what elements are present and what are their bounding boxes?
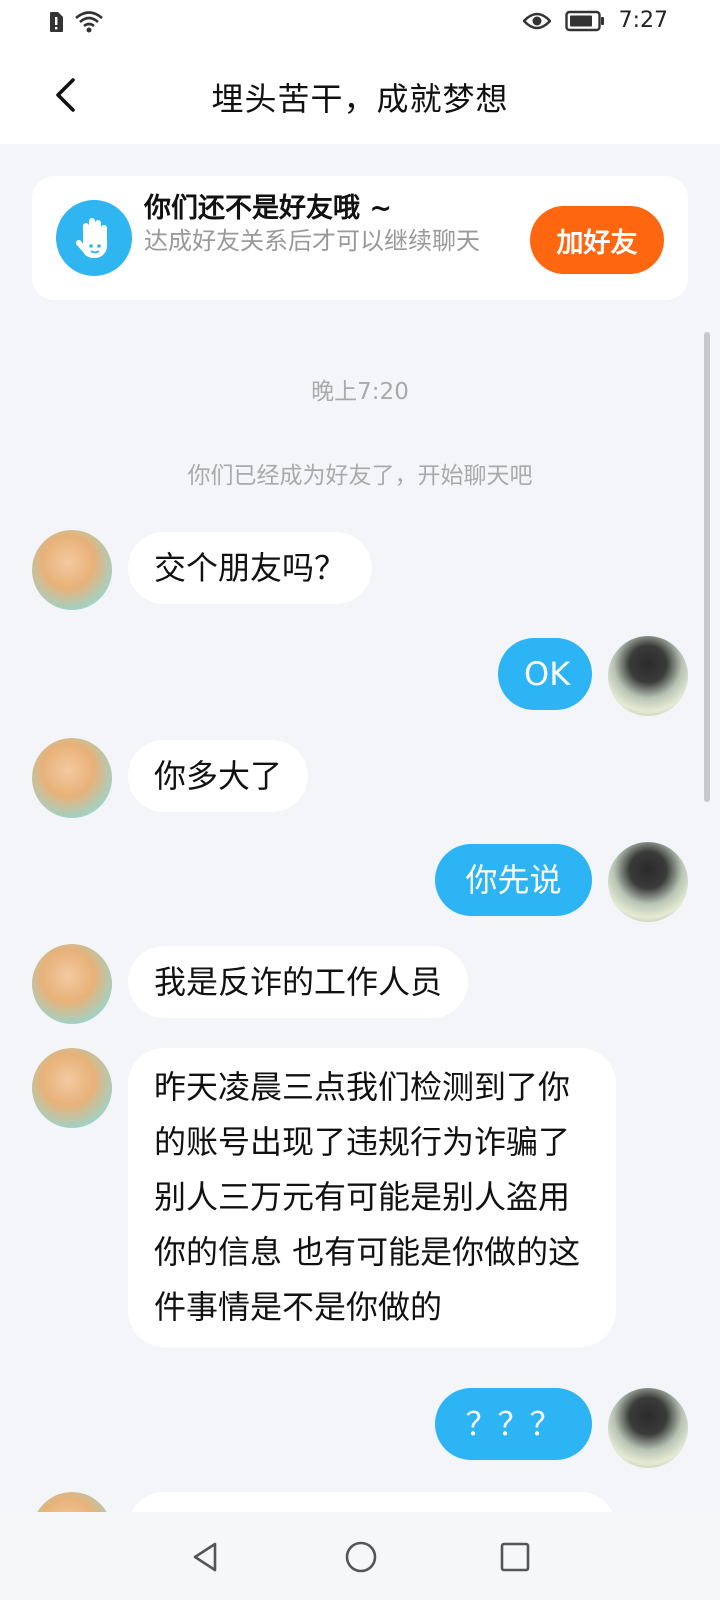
my-avatar[interactable] (608, 636, 688, 716)
battery-icon (564, 10, 604, 31)
friend-card-title: 你们还不是好友哦 ~ (144, 193, 393, 224)
friend-card-subtitle: 达成好友关系后才可以继续聊天 (144, 227, 480, 255)
status-bar: 7:27 (0, 0, 720, 48)
scrollbar[interactable] (704, 332, 710, 802)
add-friend-banner: 你们还不是好友哦 ~ 达成好友关系后才可以继续聊天 加好友 (32, 176, 688, 300)
add-friend-button[interactable]: 加好友 (530, 206, 664, 274)
message-bubble[interactable]: 交个朋友吗？ (128, 532, 373, 604)
status-right: 7:27 (522, 8, 668, 33)
contact-avatar[interactable] (32, 1048, 112, 1128)
wifi-icon (75, 11, 103, 33)
contact-avatar[interactable] (32, 738, 112, 818)
my-avatar[interactable] (608, 1388, 688, 1468)
eye-icon (522, 12, 551, 29)
sim-alert-icon (50, 12, 63, 32)
status-time: 7:27 (618, 8, 668, 33)
status-left (48, 10, 104, 34)
triangle-back-icon (193, 1542, 217, 1572)
chat-timestamp: 晚上7:20 (311, 379, 409, 405)
system-message: 你们已经成为好友了，开始聊天吧 (187, 463, 533, 489)
chat-header: 埋头苦干，成就梦想 (0, 48, 720, 144)
message-bubble[interactable]: OK (498, 638, 592, 710)
nav-home-button[interactable] (338, 1534, 384, 1580)
hand-wave-icon (56, 200, 132, 276)
my-avatar[interactable] (608, 842, 688, 922)
nav-recents-button[interactable] (492, 1534, 538, 1580)
page-title: 埋头苦干，成就梦想 (211, 80, 509, 118)
message-bubble[interactable]: 我是反诈的工作人员 (128, 946, 469, 1018)
system-nav-bar (0, 1512, 720, 1600)
contact-avatar[interactable] (32, 944, 112, 1024)
contact-avatar[interactable] (32, 530, 112, 610)
nav-back-button[interactable] (182, 1534, 228, 1580)
message-bubble[interactable]: ？？？ (435, 1388, 592, 1460)
square-recents-icon (500, 1542, 530, 1572)
circle-home-icon (345, 1541, 377, 1573)
message-bubble[interactable]: 你多大了 (128, 740, 309, 812)
message-bubble[interactable]: 你先说 (435, 844, 592, 916)
message-bubble[interactable]: 昨天凌晨三点我们检测到了你的账号出现了违规行为诈骗了别人三万元有可能是别人盗用你… (128, 1048, 616, 1347)
